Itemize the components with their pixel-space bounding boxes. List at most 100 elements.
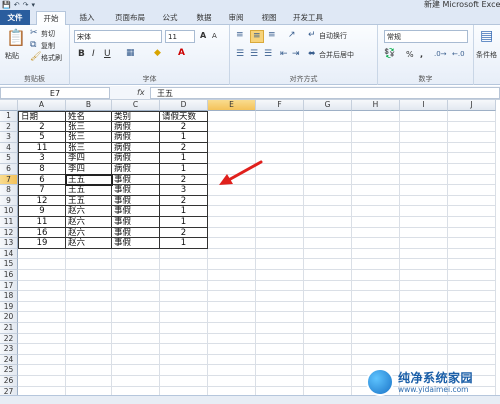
cell-c11[interactable]: 事假	[112, 217, 160, 228]
cell-g10[interactable]	[304, 206, 352, 217]
cell-h13[interactable]	[352, 238, 400, 249]
cell-h17[interactable]	[352, 280, 400, 292]
cell-h3[interactable]	[352, 132, 400, 143]
cell-h9[interactable]	[352, 195, 400, 207]
cell-d18[interactable]	[160, 291, 208, 302]
cell-d19[interactable]	[160, 301, 208, 313]
cell-h15[interactable]	[352, 259, 400, 270]
cell-b18[interactable]	[66, 291, 112, 302]
tab-data[interactable]: 数据	[189, 11, 219, 25]
tab-page-layout[interactable]: 页面布局	[107, 11, 153, 25]
cell-j10[interactable]	[448, 206, 496, 217]
cell-e19[interactable]	[208, 301, 256, 313]
row-header-17[interactable]: 17	[0, 280, 18, 292]
cell-b7[interactable]: 王五	[65, 173, 113, 187]
cell-a24[interactable]	[18, 354, 66, 366]
cell-f21[interactable]	[256, 323, 304, 334]
row-header-12[interactable]: 12	[0, 227, 18, 239]
row-header-23[interactable]: 23	[0, 344, 18, 355]
cell-e10[interactable]	[208, 206, 256, 217]
cell-h21[interactable]	[352, 323, 400, 334]
cell-c18[interactable]	[112, 291, 160, 302]
cell-j1[interactable]	[448, 111, 496, 122]
cell-f14[interactable]	[256, 248, 304, 260]
cell-i8[interactable]	[400, 185, 448, 196]
name-box[interactable]: E7	[0, 87, 110, 99]
cell-g24[interactable]	[304, 354, 352, 366]
cell-h19[interactable]	[352, 301, 400, 313]
cell-i9[interactable]	[400, 195, 448, 207]
cell-g3[interactable]	[304, 132, 352, 143]
cell-d2[interactable]: 2	[160, 121, 208, 133]
cell-f26[interactable]	[256, 376, 304, 387]
cell-d25[interactable]	[160, 365, 208, 376]
cell-f15[interactable]	[256, 259, 304, 270]
cell-j12[interactable]	[448, 227, 496, 239]
cell-c17[interactable]	[112, 280, 160, 292]
align-bottom-icon[interactable]: ≡	[268, 30, 276, 41]
cell-c21[interactable]	[112, 323, 160, 334]
align-right-icon[interactable]: ☰	[264, 49, 272, 60]
cell-c7[interactable]: 事假	[112, 174, 160, 186]
cell-f1[interactable]	[256, 111, 304, 122]
row-header-15[interactable]: 15	[0, 259, 18, 270]
column-header-e[interactable]: E	[208, 100, 256, 111]
cell-e25[interactable]	[208, 365, 256, 376]
cell-e23[interactable]	[208, 344, 256, 355]
cell-e17[interactable]	[208, 280, 256, 292]
cell-a17[interactable]	[18, 280, 66, 292]
cell-h16[interactable]	[352, 270, 400, 281]
cell-a21[interactable]	[18, 323, 66, 334]
cell-c20[interactable]	[112, 312, 160, 323]
cell-d14[interactable]	[160, 248, 208, 260]
cell-c22[interactable]	[112, 333, 160, 345]
font-size-select[interactable]: 11	[165, 30, 195, 43]
cell-b10[interactable]: 赵六	[66, 206, 112, 217]
column-header-c[interactable]: C	[112, 100, 160, 111]
cell-f9[interactable]	[256, 195, 304, 207]
tab-view[interactable]: 视图	[254, 11, 284, 25]
cell-i1[interactable]	[400, 111, 448, 122]
column-header-f[interactable]: F	[256, 100, 304, 111]
cell-a20[interactable]	[18, 312, 66, 323]
row-header-11[interactable]: 11	[0, 217, 18, 228]
cell-b15[interactable]	[66, 259, 112, 270]
cell-f22[interactable]	[256, 333, 304, 345]
cell-b13[interactable]: 赵六	[66, 238, 112, 249]
cell-f16[interactable]	[256, 270, 304, 281]
row-header-20[interactable]: 20	[0, 312, 18, 323]
cell-a14[interactable]	[18, 248, 66, 260]
cell-e3[interactable]	[208, 132, 256, 143]
undo-icon[interactable]: ↶	[14, 0, 20, 10]
cell-c15[interactable]	[112, 259, 160, 270]
cell-i24[interactable]	[400, 354, 448, 366]
cell-d1[interactable]: 请假天数	[160, 111, 208, 122]
cell-f12[interactable]	[256, 227, 304, 239]
cell-a16[interactable]	[18, 270, 66, 281]
row-header-10[interactable]: 10	[0, 206, 18, 217]
orientation-icon[interactable]: ↗	[288, 30, 296, 41]
cell-i2[interactable]	[400, 121, 448, 133]
cell-f19[interactable]	[256, 301, 304, 313]
cell-c23[interactable]	[112, 344, 160, 355]
cell-j20[interactable]	[448, 312, 496, 323]
increase-decimal-icon[interactable]: .0→	[434, 49, 447, 60]
currency-icon[interactable]: 💱	[384, 49, 395, 60]
tab-file[interactable]: 文件	[0, 10, 30, 25]
column-header-a[interactable]: A	[18, 100, 66, 111]
cell-d17[interactable]	[160, 280, 208, 292]
select-all-corner[interactable]	[0, 100, 18, 111]
cell-g9[interactable]	[304, 195, 352, 207]
formula-input[interactable]: 王五	[150, 87, 500, 99]
cell-g11[interactable]	[304, 217, 352, 228]
cell-f2[interactable]	[256, 121, 304, 133]
cell-a23[interactable]	[18, 344, 66, 355]
cell-g20[interactable]	[304, 312, 352, 323]
cell-e12[interactable]	[208, 227, 256, 239]
cell-b16[interactable]	[66, 270, 112, 281]
underline-button[interactable]: U	[104, 49, 111, 59]
cell-i21[interactable]	[400, 323, 448, 334]
cell-c1[interactable]: 类别	[112, 111, 160, 122]
cell-c3[interactable]: 病假	[112, 132, 160, 143]
cell-a9[interactable]: 12	[18, 195, 66, 207]
